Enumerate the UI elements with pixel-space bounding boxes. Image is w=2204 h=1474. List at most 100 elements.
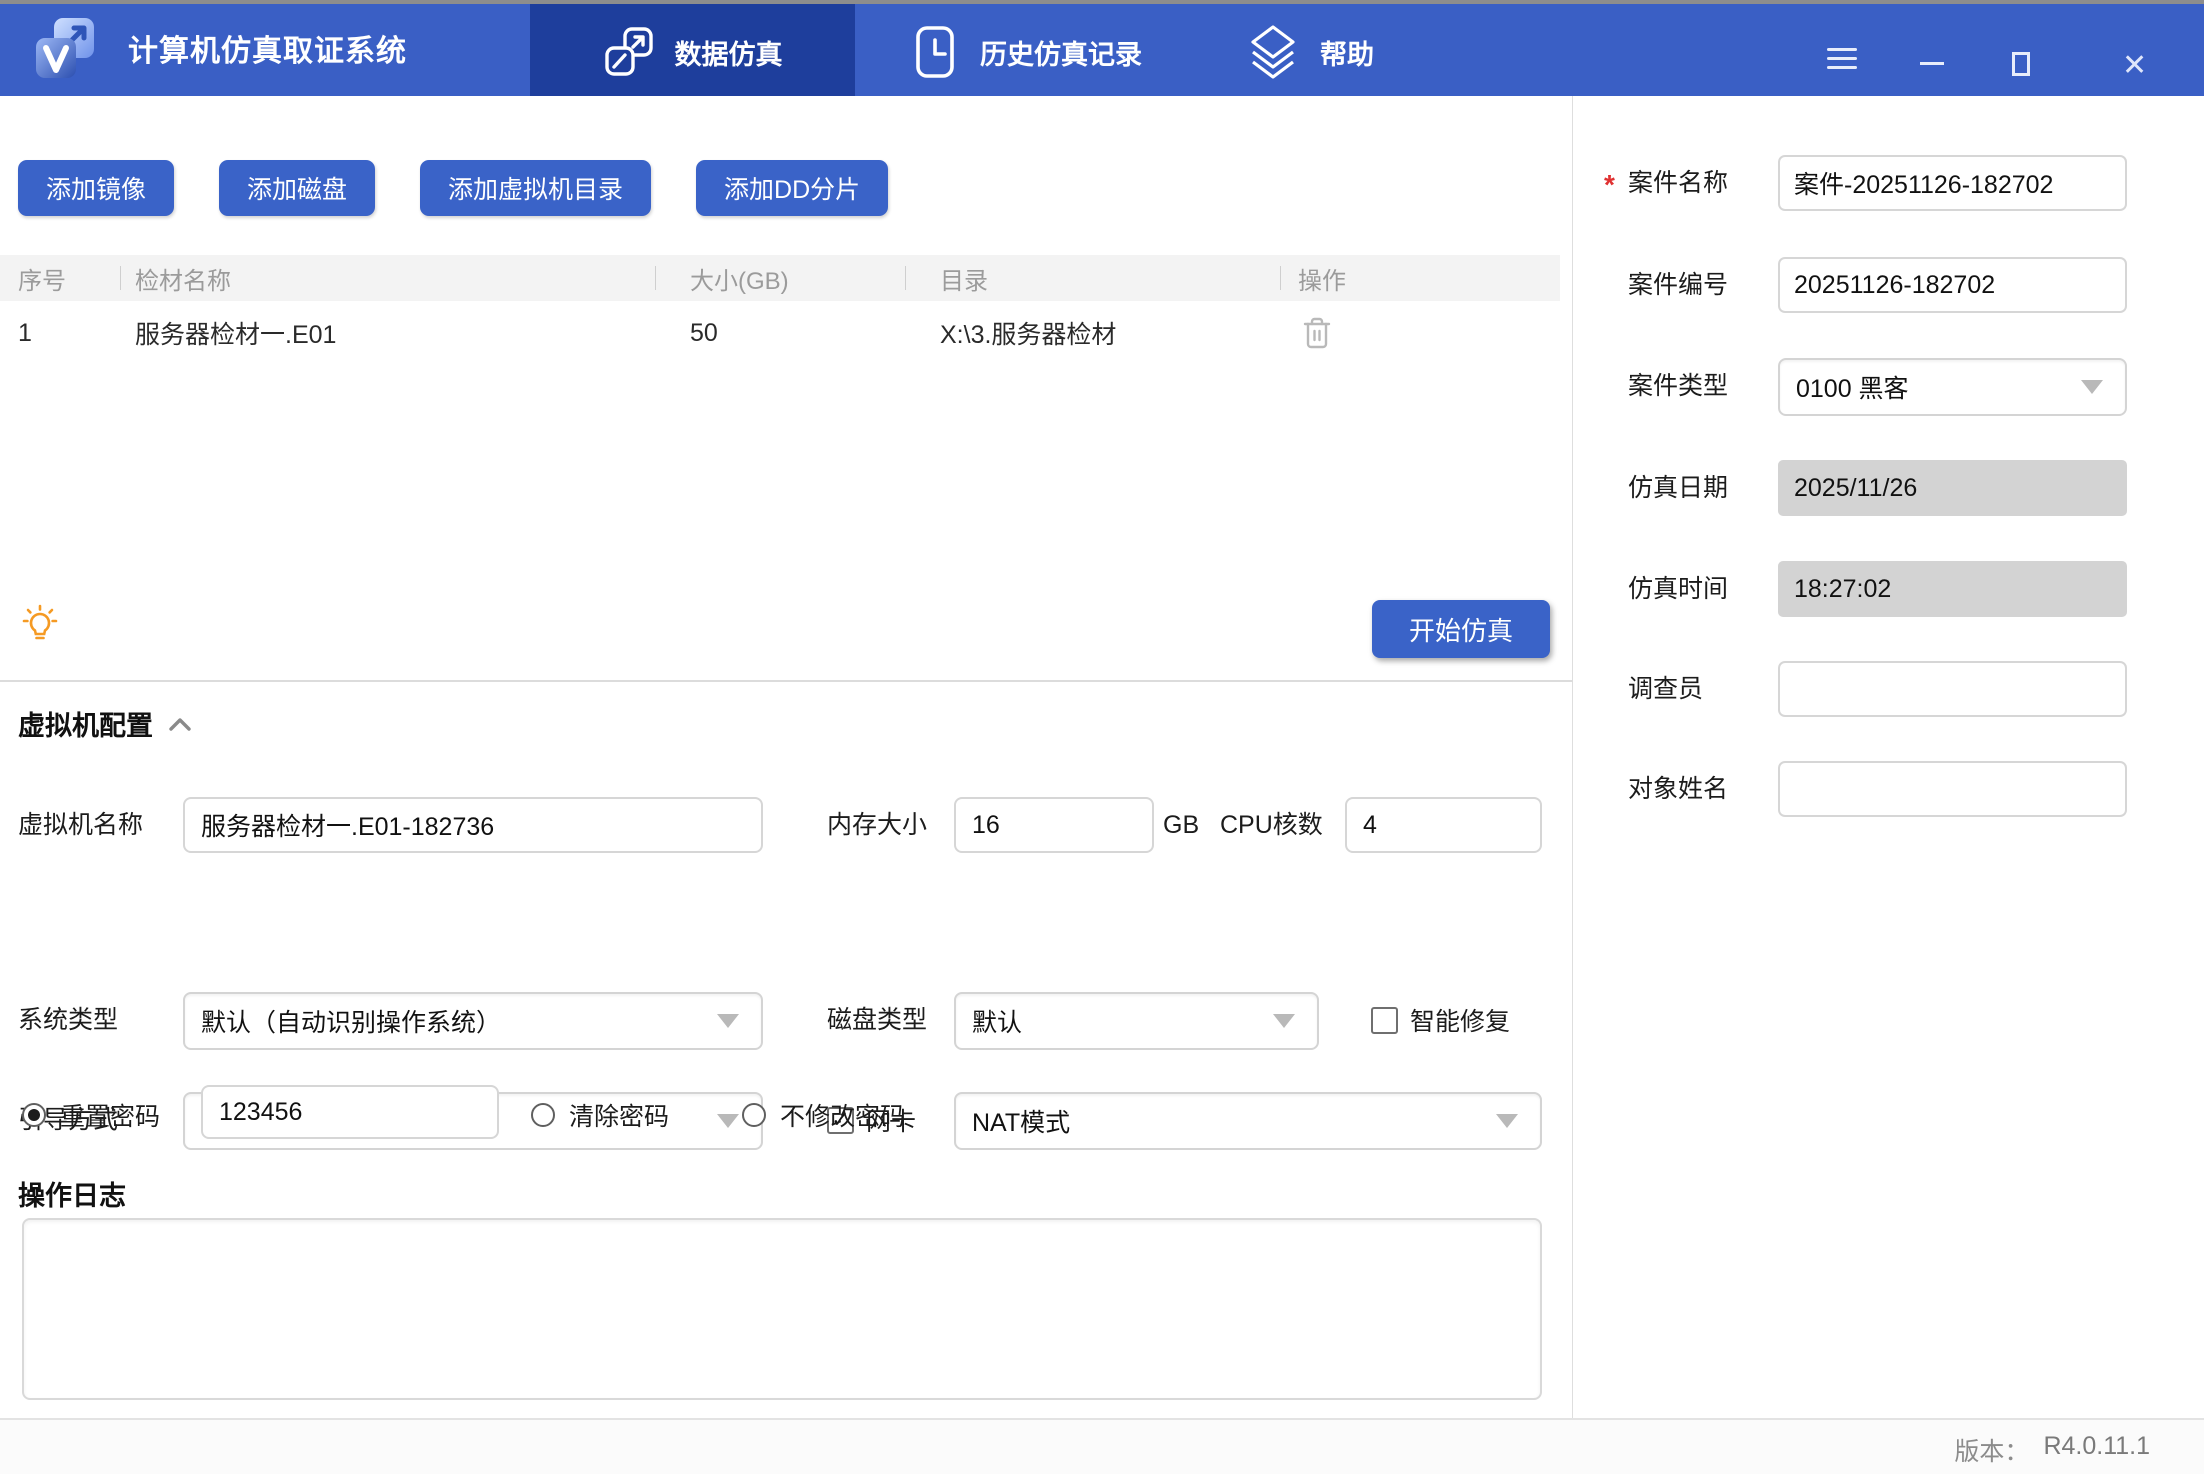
vm-config-section-toggle[interactable]: 虚拟机配置 [18,704,191,743]
data-simulation-icon [604,27,653,76]
tab-label: 数据仿真 [674,39,783,70]
column-separator [655,266,656,290]
reset-password-radio[interactable]: 重置密码 [22,1089,160,1141]
history-icon [916,26,954,78]
subject-name-label: 对象姓名 [1628,775,1729,803]
statusbar: 版本： R4.0.11.1 [0,1418,2204,1474]
radio-unselected-icon [531,1103,555,1127]
dropdown-arrow-icon [2081,380,2103,394]
radio-selected-icon [22,1103,46,1127]
disk-type-label: 磁盘类型 [827,1006,928,1034]
maximize-icon[interactable] [2012,50,2030,76]
disk-type-select[interactable]: 默认 [954,992,1319,1050]
dropdown-arrow-icon [717,1014,739,1028]
investigator-input[interactable] [1778,661,2127,717]
column-header-index: 序号 [18,267,66,295]
simulation-date-value: 2025/11/26 [1778,460,2127,516]
brand: 计算机仿真取证系统 [32,14,407,82]
simulation-time-label: 仿真时间 [1628,575,1729,603]
password-input[interactable] [201,1085,499,1139]
column-separator [905,266,906,290]
cpu-label: CPU核数 [1220,811,1323,839]
case-number-label: 案件编号 [1628,271,1729,299]
row-index: 1 [18,318,32,347]
case-type-select[interactable]: 0100 黑客 [1778,358,2127,416]
memory-input[interactable] [954,797,1154,853]
memory-unit: GB [1163,811,1200,839]
case-number-row: 案件编号 [1574,257,2204,313]
evidence-table-header: 序号 检材名称 大小(GB) 目录 操作 [0,255,1560,301]
keep-password-radio[interactable]: 不修改密码 [742,1089,905,1141]
help-icon [1251,25,1295,79]
case-name-label: 案件名称 [1628,169,1729,197]
column-header-name: 检材名称 [120,255,655,301]
smart-repair-checkbox[interactable]: 智能修复 [1371,992,1510,1048]
add-vm-directory-button[interactable]: 添加虚拟机目录 [420,160,652,216]
dropdown-arrow-icon [717,1114,739,1128]
subject-name-input[interactable] [1778,761,2127,817]
operation-log-textarea[interactable] [22,1218,1542,1400]
vm-name-label: 虚拟机名称 [18,811,144,839]
tab-data-simulation[interactable]: 数据仿真 [530,0,855,96]
clear-password-radio[interactable]: 清除密码 [531,1089,669,1141]
app-title: 计算机仿真取证系统 [128,35,407,68]
section-divider [0,680,1573,682]
close-icon[interactable]: ✕ [2122,51,2147,81]
hint-bulb-icon [22,604,58,640]
row-size: 50 [690,318,718,347]
dropdown-arrow-icon [1496,1114,1518,1128]
investigator-label: 调查员 [1628,675,1704,703]
column-separator [1280,266,1281,290]
version-value: R4.0.11.1 [2043,1432,2150,1460]
evidence-panel: 添加镜像 添加磁盘 添加虚拟机目录 添加DD分片 序号 检材名称 大小(GB) … [0,96,1573,1418]
column-header-size: 大小(GB) [655,255,905,301]
simulation-time-row: 仿真时间 18:27:02 [1574,561,2204,617]
window-top-border [0,0,2204,4]
case-type-label: 案件类型 [1628,372,1729,400]
nic-mode-select[interactable]: NAT模式 [954,1092,1542,1150]
dropdown-arrow-icon [1273,1014,1295,1028]
version-label: 版本： [1954,1438,2030,1466]
system-type-label: 系统类型 [18,1006,119,1034]
table-row: 1 服务器检材一.E01 50 X:\3.服务器检材 [0,301,1560,365]
case-number-input[interactable] [1778,257,2127,313]
case-name-row: * 案件名称 [1574,155,2204,211]
evidence-toolbar: 添加镜像 添加磁盘 添加虚拟机目录 添加DD分片 [18,160,889,216]
case-info-panel: * 案件名称 案件编号 案件类型 0100 黑客 仿真日期 2025/11/26… [1574,96,2204,1418]
required-asterisk: * [1604,169,1615,200]
simulation-date-row: 仿真日期 2025/11/26 [1574,460,2204,516]
tab-label: 历史仿真记录 [980,39,1142,70]
row-evidence-name: 服务器检材一.E01 [135,321,337,349]
add-dd-segment-button[interactable]: 添加DD分片 [696,160,889,216]
memory-label: 内存大小 [827,811,928,839]
titlebar: 计算机仿真取证系统 数据仿真 历史仿真记录 帮助 ✕ [0,0,2204,96]
investigator-row: 调查员 [1574,661,2204,717]
start-simulation-button[interactable]: 开始仿真 [1372,600,1550,658]
add-disk-button[interactable]: 添加磁盘 [219,160,376,216]
checkbox-unchecked-icon [1371,1006,1398,1034]
simulation-date-label: 仿真日期 [1628,474,1729,502]
subject-name-row: 对象姓名 [1574,761,2204,817]
case-type-row: 案件类型 0100 黑客 [1574,358,2204,416]
case-name-input[interactable] [1778,155,2127,211]
row-directory: X:\3.服务器检材 [940,321,1117,349]
radio-unselected-icon [742,1103,766,1127]
vm-name-input[interactable] [183,797,763,853]
delete-row-icon[interactable] [1300,315,1334,351]
column-header-dir: 目录 [905,255,1280,301]
system-type-select[interactable]: 默认（自动识别操作系统） [183,992,763,1050]
main-area: 添加镜像 添加磁盘 添加虚拟机目录 添加DD分片 序号 检材名称 大小(GB) … [0,96,2204,1418]
tab-history[interactable]: 历史仿真记录 [910,0,1142,96]
cpu-input[interactable] [1345,797,1542,853]
version-info: 版本： R4.0.11.1 [1954,1432,2150,1468]
column-separator [120,266,121,290]
column-header-actions: 操作 [1280,255,1560,301]
app-logo-icon [36,18,94,78]
vm-config-title: 虚拟机配置 [18,711,153,741]
add-image-button[interactable]: 添加镜像 [18,160,175,216]
menu-icon[interactable] [1827,42,1857,75]
minimize-icon[interactable] [1920,50,1944,65]
tab-label: 帮助 [1320,39,1374,70]
simulation-time-value: 18:27:02 [1778,561,2127,617]
tab-help[interactable]: 帮助 [1246,0,1374,96]
